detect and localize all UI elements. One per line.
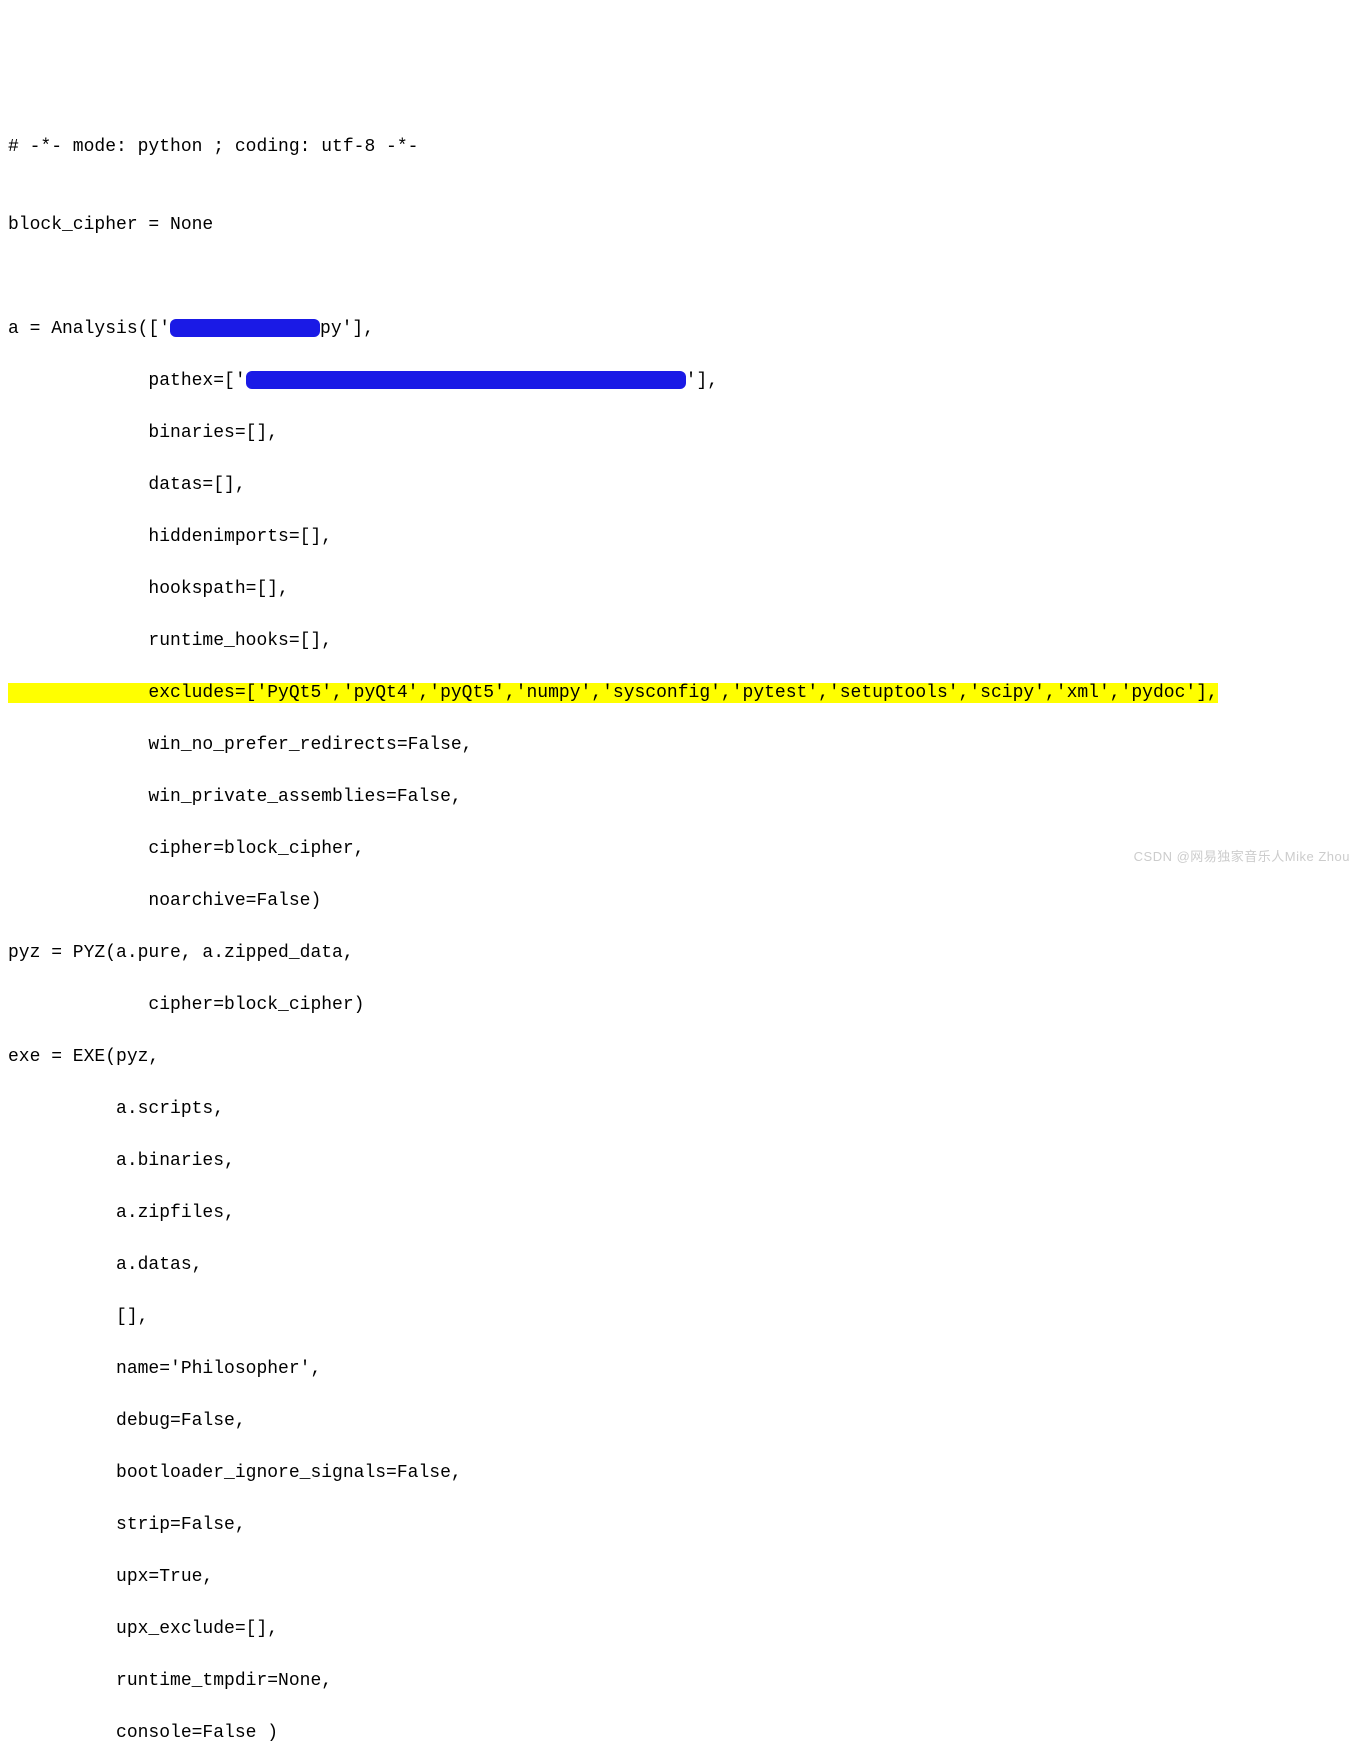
watermark-text: CSDN @网易独家音乐人Mike Zhou	[1134, 844, 1350, 870]
code-line: win_no_prefer_redirects=False,	[8, 732, 1350, 758]
code-line: console=False )	[8, 1720, 1350, 1746]
code-line: upx=True,	[8, 1564, 1350, 1590]
code-line: a.datas,	[8, 1252, 1350, 1278]
code-line: upx_exclude=[],	[8, 1616, 1350, 1642]
code-line: a.scripts,	[8, 1096, 1350, 1122]
redaction-box	[170, 319, 320, 337]
code-line: name='Philosopher',	[8, 1356, 1350, 1382]
code-line: runtime_tmpdir=None,	[8, 1668, 1350, 1694]
code-line: win_private_assemblies=False,	[8, 784, 1350, 810]
code-line: [],	[8, 1304, 1350, 1330]
code-line: hookspath=[],	[8, 576, 1350, 602]
code-line: debug=False,	[8, 1408, 1350, 1434]
code-line: strip=False,	[8, 1512, 1350, 1538]
code-line: hiddenimports=[],	[8, 524, 1350, 550]
code-line: bootloader_ignore_signals=False,	[8, 1460, 1350, 1486]
code-line: runtime_hooks=[],	[8, 628, 1350, 654]
code-line: cipher=block_cipher)	[8, 992, 1350, 1018]
code-text: '],	[686, 371, 718, 391]
code-line-highlighted: excludes=['PyQt5','pyQt4','pyQt5','numpy…	[8, 680, 1350, 706]
code-line: exe = EXE(pyz,	[8, 1044, 1350, 1070]
redaction-box	[246, 371, 686, 389]
code-text: pathex=['	[8, 371, 246, 391]
code-line: a.binaries,	[8, 1148, 1350, 1174]
code-line: noarchive=False)	[8, 888, 1350, 914]
code-line: datas=[],	[8, 472, 1350, 498]
code-line: pyz = PYZ(a.pure, a.zipped_data,	[8, 940, 1350, 966]
code-line: # -*- mode: python ; coding: utf-8 -*-	[8, 134, 1350, 160]
code-line: pathex=[' '],	[8, 368, 1350, 394]
code-line: binaries=[],	[8, 420, 1350, 446]
code-line: a.zipfiles,	[8, 1200, 1350, 1226]
highlighted-text: excludes=['PyQt5','pyQt4','pyQt5','numpy…	[8, 683, 1218, 703]
code-line: block_cipher = None	[8, 212, 1350, 238]
code-text: a = Analysis(['	[8, 319, 170, 339]
code-line: a = Analysis([' py'],	[8, 316, 1350, 342]
code-text: py'],	[320, 319, 374, 339]
code-block: # -*- mode: python ; coding: utf-8 -*- b…	[8, 108, 1350, 1756]
